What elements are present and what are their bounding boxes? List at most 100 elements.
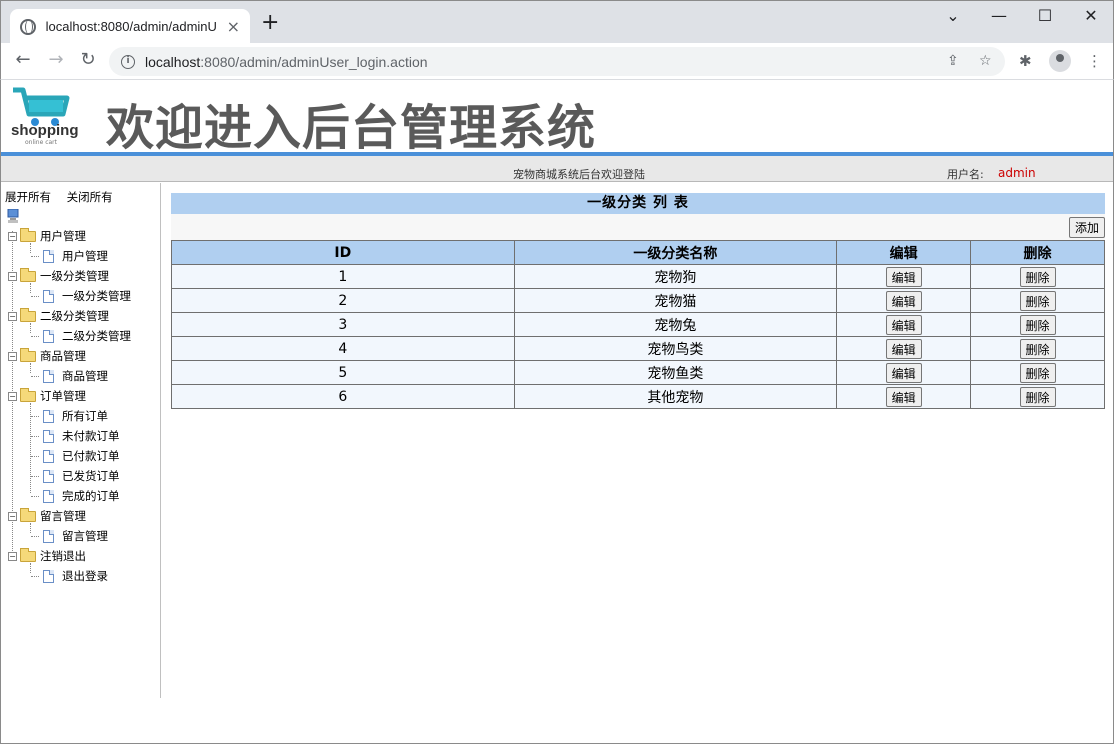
page-icon [43,409,54,423]
tree-connector [31,455,39,457]
delete-button[interactable]: 删除 [1019,290,1056,311]
page-icon [43,489,54,503]
edit-button[interactable]: 编辑 [885,314,922,335]
sidebar-group-label: 订单管理 [40,389,86,403]
cell-name: 其他宠物 [513,384,838,409]
cell-edit: 编辑 [836,288,972,313]
folder-open-icon [20,347,36,362]
address-bar[interactable]: i localhost:8080/admin/adminUser_login.a… [109,47,1005,76]
sidebar-item-message-management[interactable]: 留言管理 [31,526,108,546]
page-icon [43,369,54,383]
sidebar-group-products[interactable]: − 商品管理 [8,346,86,366]
list-title: 一级分类 列 表 [171,193,1105,214]
page-icon [43,529,54,543]
folder-open-icon [20,387,36,402]
tab-close-icon[interactable]: × [227,17,240,36]
browser-menu-icon[interactable]: ⋮ [1087,52,1102,70]
collapse-all-link[interactable]: 关闭所有 [67,190,113,204]
folder-open-icon [20,227,36,242]
delete-button[interactable]: 删除 [1019,314,1056,335]
folder-open-icon [20,507,36,522]
status-bar: 宠物商城系统后台欢迎登陆 用户名: admin [1,156,1113,182]
site-info-icon[interactable]: i [121,54,135,69]
collapse-toggle-icon[interactable]: − [8,511,17,521]
table-row: 3 宠物兔 编辑 删除 [171,312,1105,337]
sidebar-group-logout[interactable]: − 注销退出 [8,546,86,566]
minimize-button[interactable]: — [984,6,1014,25]
username-value: admin [998,166,1036,180]
collapse-toggle-icon[interactable]: − [8,231,17,241]
sidebar-item-paid-orders[interactable]: 已付款订单 [31,446,120,466]
tree-connector [31,475,39,477]
bookmark-star-icon[interactable]: ☆ [979,53,992,69]
edit-button[interactable]: 编辑 [885,386,922,407]
sidebar-item-completed-orders[interactable]: 完成的订单 [31,486,120,506]
cell-edit: 编辑 [836,336,972,361]
sidebar-item-product-management[interactable]: 商品管理 [31,366,108,386]
edit-button[interactable]: 编辑 [885,362,922,383]
collapse-toggle-icon[interactable]: − [8,351,17,361]
delete-button[interactable]: 删除 [1019,362,1056,383]
collapse-toggle-icon[interactable]: − [8,551,17,561]
logo-text: shopping [11,122,79,139]
cell-name: 宠物鱼类 [513,360,838,385]
forward-button[interactable]: → [44,49,68,70]
reload-button[interactable]: ↻ [76,49,100,70]
tree-connector [31,535,39,537]
page-icon [43,449,54,463]
sidebar-group-orders[interactable]: − 订单管理 [8,386,86,406]
sidebar-item-all-orders[interactable]: 所有订单 [31,406,108,426]
sidebar-item-unpaid-orders[interactable]: 未付款订单 [31,426,120,446]
tree-connector [31,335,39,337]
extensions-icon[interactable]: ✱ [1019,52,1032,70]
delete-button[interactable]: 删除 [1019,386,1056,407]
tab-search-chevron-icon[interactable]: ⌄ [938,6,968,25]
edit-button[interactable]: 编辑 [885,338,922,359]
delete-button[interactable]: 删除 [1019,338,1056,359]
cell-id: 6 [171,384,515,409]
sidebar-group-category1[interactable]: − 一级分类管理 [8,266,109,286]
browser-toolbar: ← → ↻ i localhost:8080/admin/adminUser_l… [0,43,1114,80]
cell-delete: 删除 [970,360,1105,385]
sidebar-group-label: 用户管理 [40,229,86,243]
table-row: 5 宠物鱼类 编辑 删除 [171,360,1105,385]
back-button[interactable]: ← [11,49,35,70]
collapse-toggle-icon[interactable]: − [8,271,17,281]
share-icon[interactable]: ⇪ [947,53,959,69]
sidebar-item-label: 二级分类管理 [62,329,131,343]
edit-button[interactable]: 编辑 [885,266,922,287]
cell-delete: 删除 [970,312,1105,337]
sidebar-item-category2-management[interactable]: 二级分类管理 [31,326,131,346]
collapse-toggle-icon[interactable]: − [8,311,17,321]
table-row: 1 宠物狗 编辑 删除 [171,264,1105,289]
new-tab-button[interactable]: + [261,12,279,34]
sidebar-item-label: 已发货订单 [62,469,120,483]
sidebar-tree: 展开所有 关闭所有 − 用户管理 用户管理 − 一级分类管理 一级分类管理 − … [1,183,161,698]
sidebar-item-user-management[interactable]: 用户管理 [31,246,108,266]
cell-edit: 编辑 [836,384,972,409]
sidebar-item-label: 商品管理 [62,369,108,383]
expand-all-link[interactable]: 展开所有 [5,190,51,204]
profile-avatar[interactable] [1049,50,1071,72]
cell-name: 宠物兔 [513,312,838,337]
sidebar-item-shipped-orders[interactable]: 已发货订单 [31,466,120,486]
sidebar-item-label: 退出登录 [62,569,108,583]
cell-edit: 编辑 [836,264,972,289]
url-text[interactable]: localhost:8080/admin/adminUser_login.act… [145,54,428,70]
sidebar-group-messages[interactable]: − 留言管理 [8,506,86,526]
edit-button[interactable]: 编辑 [885,290,922,311]
browser-tab[interactable]: localhost:8080/admin/adminU × [10,9,250,44]
computer-root-icon[interactable] [7,209,19,223]
delete-button[interactable]: 删除 [1019,266,1056,287]
sidebar-group-user[interactable]: − 用户管理 [8,226,86,246]
collapse-toggle-icon[interactable]: − [8,391,17,401]
sidebar-group-category2[interactable]: − 二级分类管理 [8,306,109,326]
close-window-button[interactable]: ✕ [1076,6,1106,25]
page-icon [43,569,54,583]
sidebar-item-logout[interactable]: 退出登录 [31,566,108,586]
sidebar-item-label: 留言管理 [62,529,108,543]
toolbar-row: 添加 [171,214,1105,240]
maximize-button[interactable]: ☐ [1030,6,1060,25]
sidebar-item-category1-management[interactable]: 一级分类管理 [31,286,131,306]
add-button[interactable]: 添加 [1068,217,1105,238]
